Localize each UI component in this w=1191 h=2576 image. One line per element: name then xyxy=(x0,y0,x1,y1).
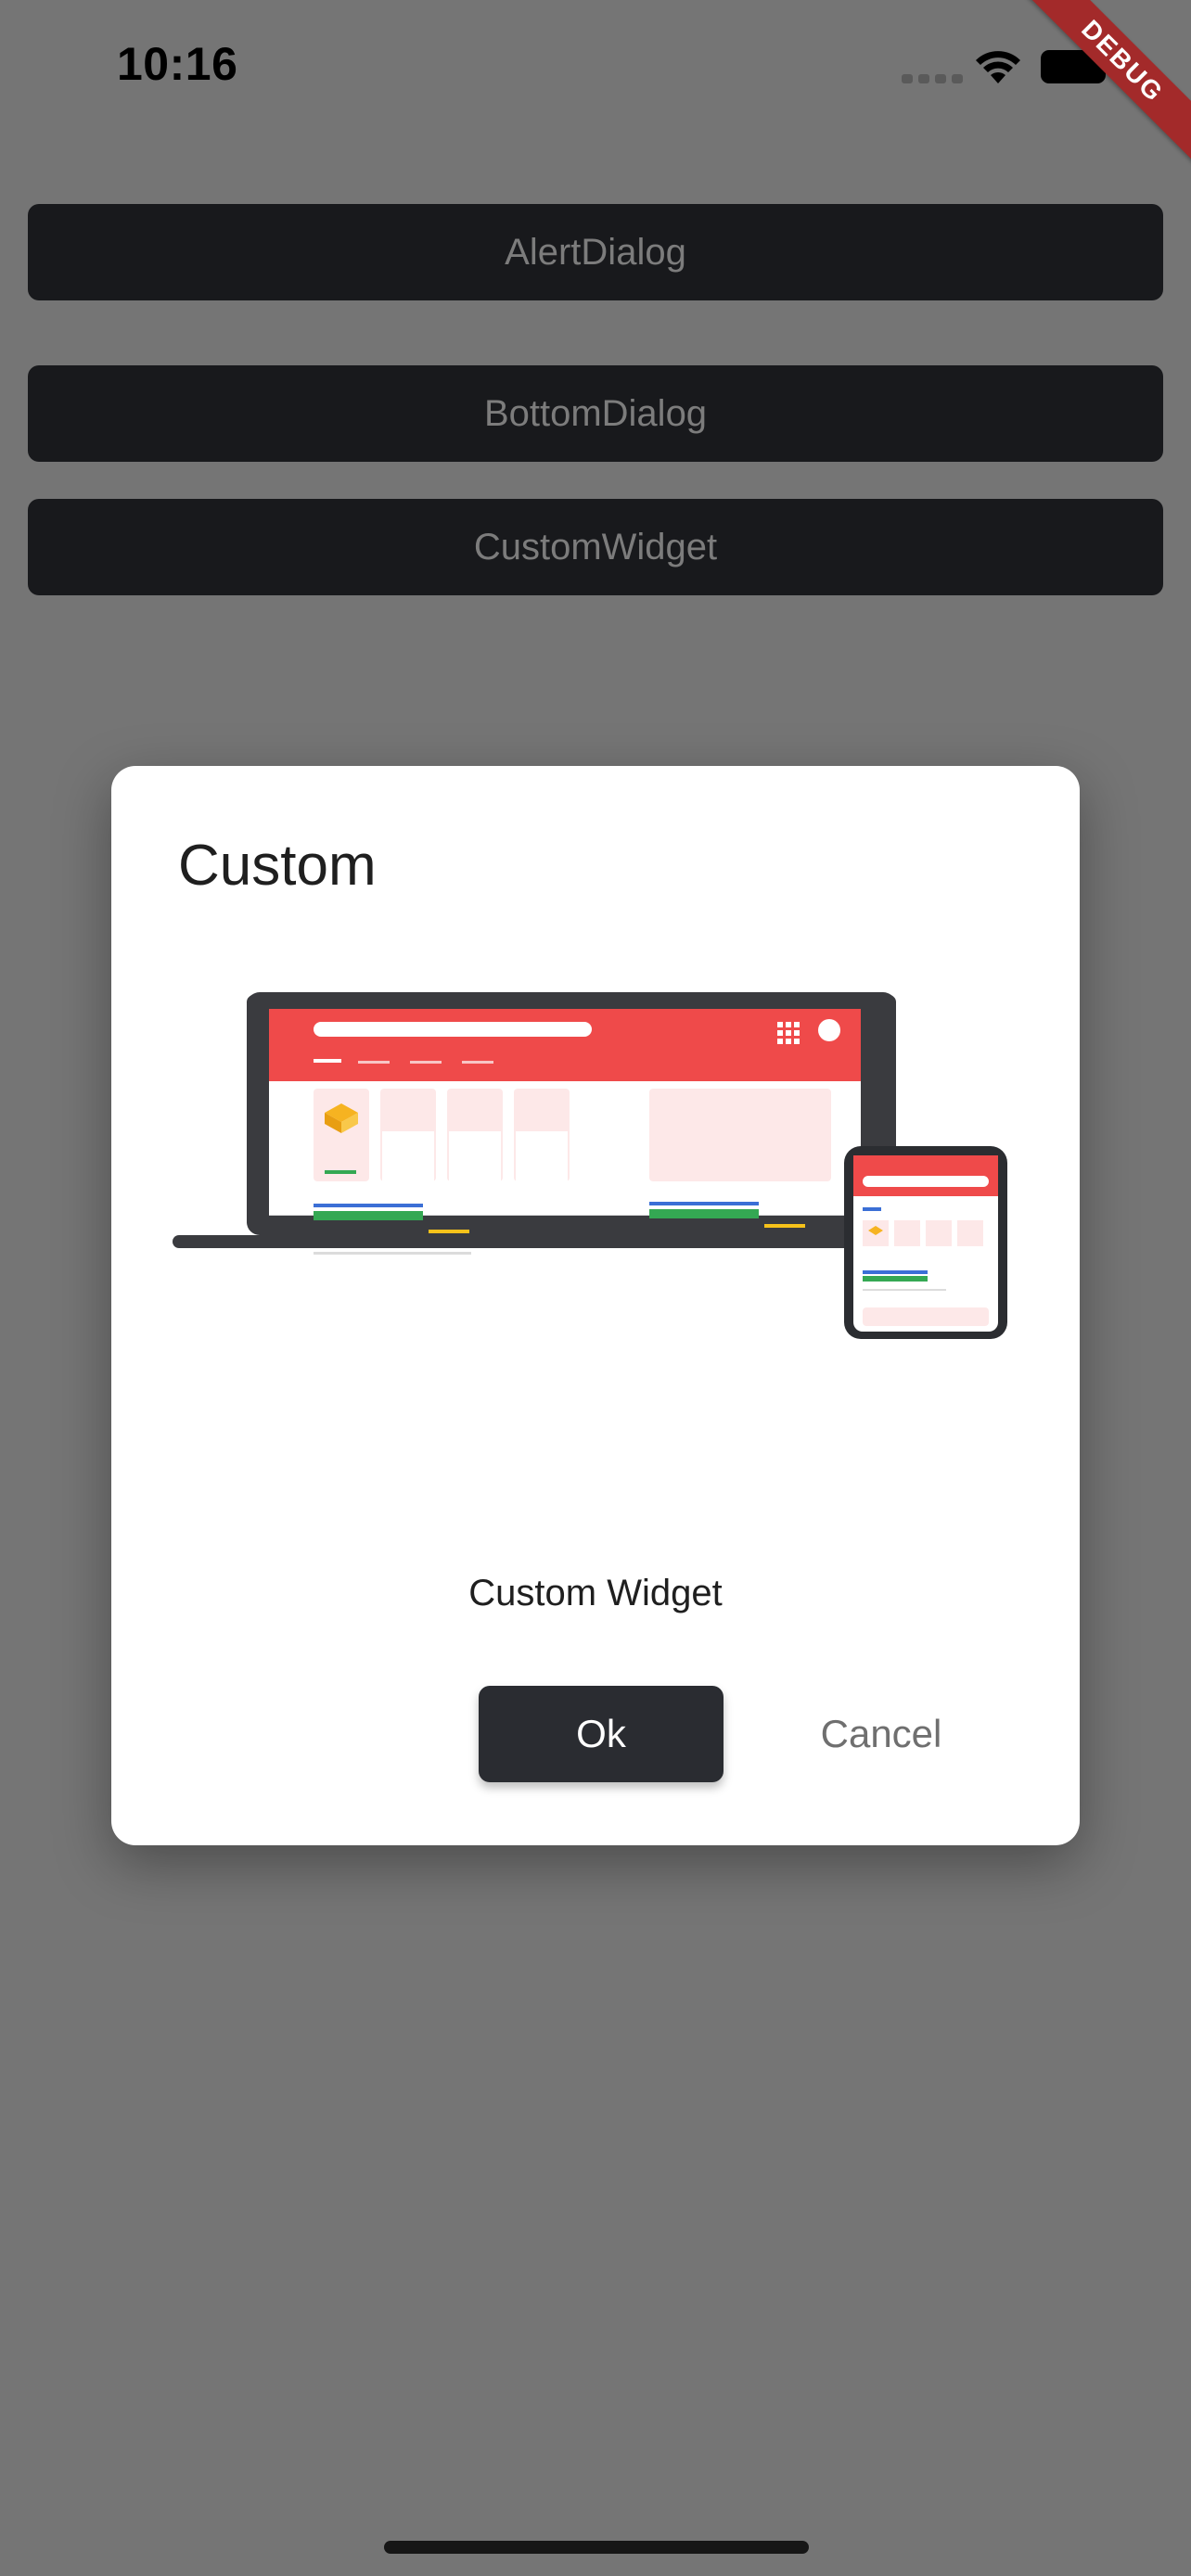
devices-illustration xyxy=(173,992,1007,1339)
cancel-button[interactable]: Cancel xyxy=(798,1686,965,1782)
dialog-message: Custom Widget xyxy=(468,1573,723,1613)
alert-dialog-button[interactable]: AlertDialog xyxy=(28,204,1163,300)
ok-button[interactable]: Ok xyxy=(479,1686,724,1782)
wifi-icon xyxy=(976,51,1020,83)
status-time: 10:16 xyxy=(117,38,238,90)
custom-widget-button[interactable]: CustomWidget xyxy=(28,499,1163,595)
home-indicator[interactable] xyxy=(384,2541,809,2554)
dialog-title: Custom xyxy=(178,834,377,898)
status-bar: 10:16 xyxy=(0,0,1191,130)
bottom-dialog-button[interactable]: BottomDialog xyxy=(28,365,1163,462)
cellular-signal-icon xyxy=(902,74,963,83)
custom-dialog: Custom Custom Widget Ok Cancel xyxy=(111,766,1080,1845)
